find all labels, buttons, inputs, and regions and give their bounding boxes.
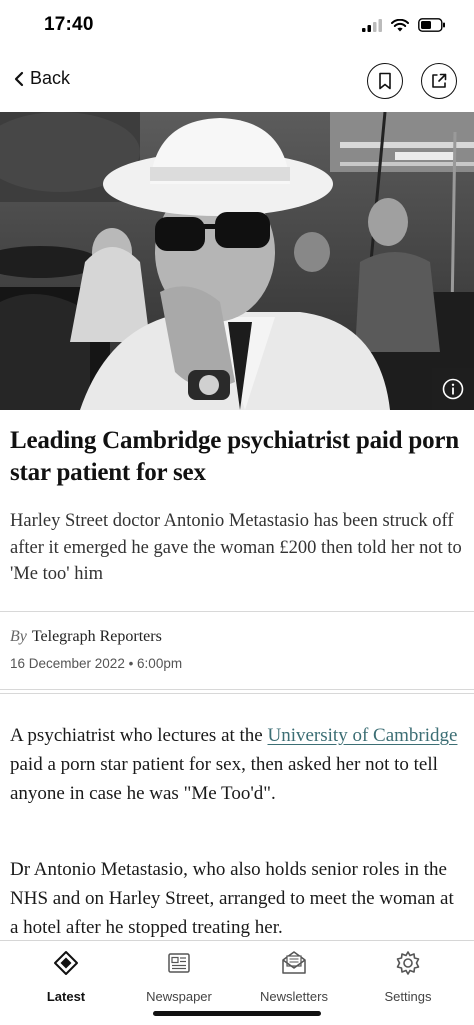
- paragraph-text: paid a porn star patient for sex, then a…: [10, 754, 438, 804]
- author-name[interactable]: Telegraph Reporters: [32, 628, 162, 645]
- paragraph-text: A psychiatrist who lectures at the: [10, 725, 268, 746]
- back-button[interactable]: Back: [14, 68, 70, 89]
- divider: [0, 611, 474, 612]
- share-icon: [432, 73, 447, 88]
- hero-image[interactable]: [0, 112, 474, 410]
- article-standfirst: Harley Street doctor Antonio Metastasio …: [10, 511, 462, 584]
- tab-newspaper[interactable]: Newspaper: [124, 949, 234, 1004]
- tab-label: Newsletters: [260, 989, 328, 1004]
- image-info-button[interactable]: [432, 368, 474, 410]
- tab-latest[interactable]: Latest: [11, 949, 121, 1004]
- cellular-signal-icon: [362, 18, 382, 32]
- status-icons: [362, 18, 446, 32]
- university-of-cambridge-link[interactable]: University of Cambridge: [268, 725, 458, 746]
- divider: [0, 693, 474, 694]
- status-bar: 17:40: [0, 0, 474, 54]
- battery-icon: [418, 18, 445, 32]
- envelope-icon: [282, 951, 306, 974]
- bookmark-button[interactable]: [367, 63, 403, 99]
- byline: By Telegraph Reporters: [10, 628, 162, 646]
- tab-label: Settings: [384, 989, 432, 1004]
- nav-bar: Back: [0, 54, 474, 112]
- article-headline: Leading Cambridge psychiatrist paid porn…: [10, 427, 460, 486]
- diamond-icon: [54, 951, 78, 975]
- tab-newsletters[interactable]: Newsletters: [239, 949, 349, 1004]
- hero-photo: [0, 112, 474, 410]
- tab-label: Latest: [46, 989, 86, 1004]
- byline-prefix: By: [10, 628, 27, 645]
- publish-date: 16 December 2022 • 6:00pm: [10, 656, 183, 671]
- gear-icon: [396, 951, 420, 975]
- newspaper-icon: [168, 953, 190, 973]
- article-paragraph: Dr Antonio Metastasio, who also holds se…: [10, 859, 454, 938]
- tab-label: Newspaper: [146, 989, 212, 1004]
- tab-settings[interactable]: Settings: [353, 949, 463, 1004]
- back-label: Back: [30, 68, 71, 88]
- wifi-icon: [391, 18, 409, 31]
- chevron-left-icon: [14, 71, 24, 86]
- divider: [0, 689, 474, 690]
- info-icon: [442, 378, 464, 400]
- bookmark-icon: [379, 72, 391, 90]
- share-button[interactable]: [421, 63, 457, 99]
- home-indicator[interactable]: [153, 1011, 321, 1016]
- article-paragraph: A psychiatrist who lectures at the Unive…: [10, 721, 465, 808]
- status-time: 17:40: [44, 14, 94, 35]
